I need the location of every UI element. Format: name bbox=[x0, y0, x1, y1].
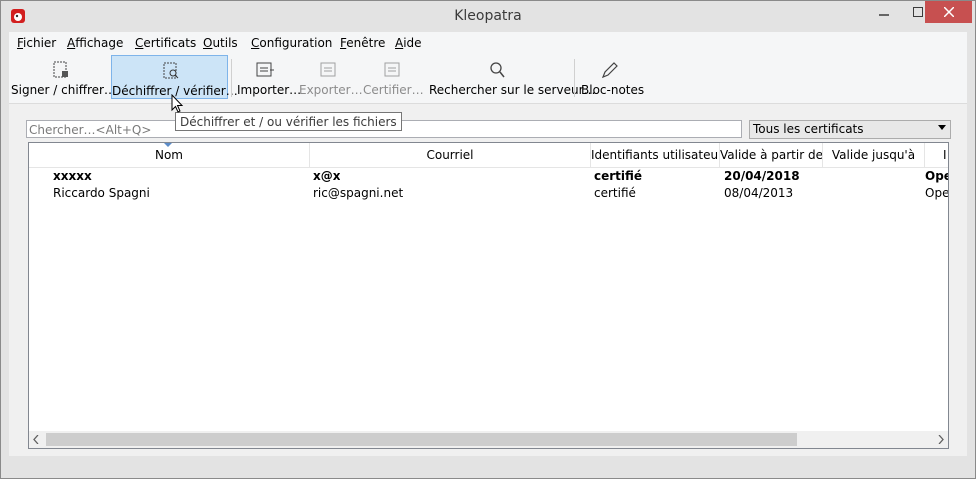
close-icon bbox=[942, 6, 955, 18]
close-button[interactable] bbox=[925, 1, 972, 23]
column-header-protocol[interactable]: I bbox=[925, 143, 948, 167]
table-row[interactable]: Riccardo Spagni ric@spagni.net certifié … bbox=[29, 185, 949, 202]
menu-fenetre[interactable]: Fenêtre bbox=[340, 36, 385, 50]
cell-user-ids: certifié bbox=[594, 169, 643, 183]
column-header-valid-until[interactable]: Valide jusqu'à bbox=[823, 143, 925, 167]
decrypt-verify-tooltip: Déchiffrer et / ou vérifier les fichiers bbox=[175, 112, 402, 131]
export-icon bbox=[320, 62, 336, 77]
sign-encrypt-button[interactable]: Signer / chiffrer… bbox=[11, 55, 116, 99]
column-header-email[interactable]: Courriel bbox=[310, 143, 591, 167]
menu-configuration[interactable]: Configuration bbox=[251, 36, 332, 50]
cell-valid-from: 08/04/2013 bbox=[724, 186, 794, 200]
chevron-down-icon bbox=[938, 125, 946, 130]
mouse-cursor-icon bbox=[171, 94, 184, 113]
pencil-icon bbox=[601, 62, 618, 79]
table-header: Nom Courriel Identifiants utilisateur Va… bbox=[29, 143, 948, 168]
filter-selected-value: Tous les certificats bbox=[753, 122, 864, 136]
decrypt-verify-label: Déchiffrer / vérifier… bbox=[112, 84, 238, 98]
certificates-table: Nom Courriel Identifiants utilisateur Va… bbox=[28, 142, 949, 449]
minimize-button[interactable] bbox=[867, 1, 901, 23]
toolbar-separator bbox=[574, 59, 575, 97]
decrypt-verify-icon bbox=[163, 62, 179, 79]
cell-protocol: Ope bbox=[925, 186, 949, 200]
menu-aide[interactable]: Aide bbox=[395, 36, 422, 50]
export-label: Exporter… bbox=[299, 83, 363, 97]
maximize-icon bbox=[913, 7, 923, 17]
sort-indicator-icon bbox=[164, 143, 172, 147]
menu-certificats[interactable]: Certificats bbox=[135, 36, 196, 50]
menu-label: ertificats bbox=[143, 36, 197, 50]
toolbar: Signer / chiffrer… Déchiffrer / vérifier… bbox=[9, 53, 967, 104]
search-server-button[interactable]: Rechercher sur le serveur… bbox=[429, 55, 596, 99]
menu-label: utils bbox=[212, 36, 238, 50]
menu-mnemonic: A bbox=[395, 36, 404, 50]
menu-label: enêtre bbox=[346, 36, 386, 50]
import-label: Importer… bbox=[237, 83, 302, 97]
column-header-valid-from[interactable]: Valide à partir de bbox=[720, 143, 823, 167]
toolbar-separator bbox=[231, 59, 232, 97]
menu-label: ichier bbox=[23, 36, 57, 50]
menu-label: ffichage bbox=[75, 36, 124, 50]
menu-outils[interactable]: Outils bbox=[203, 36, 238, 50]
menu-affichage[interactable]: Affichage bbox=[67, 36, 123, 50]
notepad-label: Bloc-notes bbox=[581, 83, 645, 97]
certify-label: Certifier… bbox=[363, 83, 424, 97]
notepad-button[interactable]: Bloc-notes bbox=[581, 55, 645, 99]
export-button[interactable]: Exporter… bbox=[299, 55, 363, 99]
certificate-filter-select[interactable]: Tous les certificats bbox=[749, 120, 951, 139]
title-bar: Kleopatra bbox=[1, 1, 975, 32]
horizontal-scrollbar[interactable] bbox=[29, 431, 948, 448]
sign-encrypt-label: Signer / chiffrer… bbox=[11, 83, 116, 97]
certify-icon bbox=[384, 62, 400, 77]
cell-name: Riccardo Spagni bbox=[53, 186, 150, 200]
cell-user-ids: certifié bbox=[594, 186, 636, 200]
decrypt-verify-button[interactable]: Déchiffrer / vérifier… bbox=[111, 55, 238, 99]
menu-mnemonic: A bbox=[67, 36, 76, 50]
window-title: Kleopatra bbox=[454, 8, 522, 24]
cell-protocol: Ope bbox=[925, 169, 948, 183]
menu-bar: Fichier Affichage Certificats Outils Con… bbox=[9, 32, 967, 53]
import-button[interactable]: Importer… bbox=[237, 55, 302, 99]
certify-button[interactable]: Certifier… bbox=[363, 55, 424, 99]
import-icon bbox=[256, 62, 274, 77]
minimize-icon bbox=[879, 14, 889, 16]
search-icon bbox=[490, 62, 505, 78]
menu-label: onfiguration bbox=[259, 36, 333, 50]
scroll-right-icon[interactable] bbox=[938, 435, 944, 444]
main-content: Chercher…<Alt+Q> Tous les certificats No… bbox=[9, 104, 967, 456]
menu-fichier[interactable]: Fichier bbox=[17, 36, 56, 50]
cell-valid-from: 20/04/2018 bbox=[724, 169, 800, 183]
scroll-left-icon[interactable] bbox=[33, 435, 39, 444]
column-header-user-ids[interactable]: Identifiants utilisateur bbox=[591, 143, 720, 167]
kleopatra-window: Kleopatra Fichier Affichage Certificats … bbox=[0, 0, 976, 479]
table-row[interactable]: xxxxx x@x certifié 20/04/2018 Ope bbox=[29, 168, 948, 185]
scrollbar-thumb[interactable] bbox=[46, 433, 797, 446]
menu-label: ide bbox=[403, 36, 422, 50]
cell-name: xxxxx bbox=[53, 169, 92, 183]
sign-encrypt-icon bbox=[53, 61, 68, 78]
cell-email: ric@spagni.net bbox=[313, 186, 404, 200]
search-server-label: Rechercher sur le serveur… bbox=[429, 83, 596, 97]
cell-email: x@x bbox=[313, 169, 341, 183]
